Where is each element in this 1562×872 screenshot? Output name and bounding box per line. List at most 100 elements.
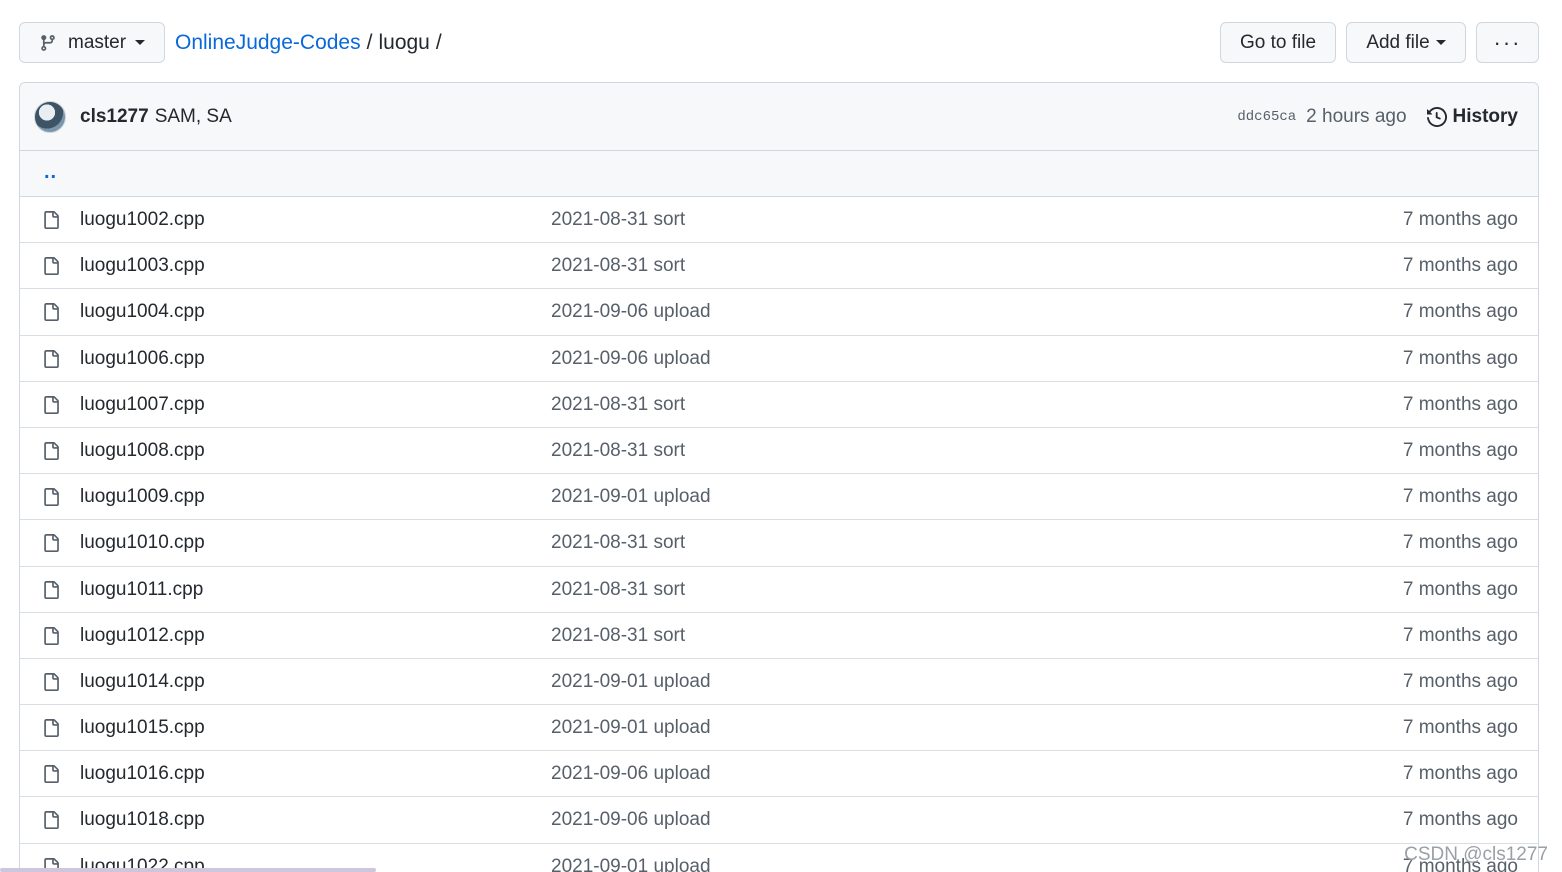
commit-message-link[interactable]: SAM, SA <box>155 106 232 128</box>
file-icon <box>44 395 59 414</box>
file-commit-age: 7 months ago <box>1402 532 1518 554</box>
file-commit-age: 7 months ago <box>1402 439 1518 461</box>
file-commit-age: 7 months ago <box>1402 809 1518 831</box>
breadcrumb-separator: / <box>435 30 442 54</box>
file-commit-age: 7 months ago <box>1402 624 1518 646</box>
repo-toolbar: master OnlineJudge-Codes / luogu / Go to… <box>19 22 1539 63</box>
file-row[interactable]: luogu1014.cpp 2021-09-01 upload 7 months a… <box>20 659 1538 706</box>
file-name-link[interactable]: luogu1012.cpp <box>80 613 205 659</box>
file-commit-age: 7 months ago <box>1402 393 1518 415</box>
add-file-label: Add file <box>1366 31 1430 53</box>
file-icon <box>44 257 59 276</box>
file-name-link[interactable]: luogu1016.cpp <box>80 751 205 797</box>
commit-sha-link[interactable]: ddc65ca <box>1237 109 1296 125</box>
file-row[interactable]: luogu1008.cpp 2021-08-31 sort 7 months ago <box>20 428 1538 475</box>
file-icon <box>44 672 59 691</box>
kebab-horizontal-icon: ··· <box>1493 29 1522 55</box>
file-row[interactable]: luogu1004.cpp 2021-09-06 upload 7 months a… <box>20 289 1538 336</box>
file-commit-age: 7 months ago <box>1402 717 1518 739</box>
add-file-button[interactable]: Add file <box>1346 22 1466 63</box>
branch-name: master <box>68 31 127 53</box>
file-row[interactable]: luogu1002.cpp 2021-08-31 sort 7 months ago <box>20 197 1538 244</box>
file-commit-message-link[interactable]: 2021-09-06 upload <box>551 336 711 382</box>
chevron-down-icon <box>1435 40 1446 45</box>
horizontal-scrollbar[interactable] <box>0 868 376 872</box>
file-icon <box>44 765 59 784</box>
git-branch-icon <box>41 34 55 51</box>
file-name-link[interactable]: luogu1002.cpp <box>80 197 205 243</box>
file-commit-message-link[interactable]: 2021-08-31 sort <box>551 520 685 566</box>
file-commit-age: 7 months ago <box>1402 301 1518 323</box>
file-commit-age: 7 months ago <box>1402 486 1518 508</box>
file-row[interactable]: luogu1010.cpp 2021-08-31 sort 7 months ago <box>20 520 1538 567</box>
file-commit-age: 7 months ago <box>1402 209 1518 230</box>
file-name-link[interactable]: luogu1018.cpp <box>80 797 205 843</box>
file-icon <box>44 441 59 460</box>
file-name-link[interactable]: luogu1004.cpp <box>80 289 205 335</box>
file-commit-message-link[interactable]: 2021-08-31 sort <box>551 382 685 428</box>
breadcrumb-repo-link[interactable]: OnlineJudge-Codes <box>175 31 361 55</box>
parent-directory-link[interactable]: .. <box>44 161 57 184</box>
file-icon <box>44 719 59 738</box>
latest-commit-bar: cls1277 SAM, SA ddc65ca 2 hours ago Hist… <box>20 83 1538 151</box>
file-name-link[interactable]: luogu1015.cpp <box>80 705 205 751</box>
commit-author-link[interactable]: cls1277 <box>80 106 149 128</box>
file-commit-age: 7 months ago <box>1402 255 1518 277</box>
file-name-link[interactable]: luogu1014.cpp <box>80 659 205 705</box>
file-icon <box>44 534 59 553</box>
watermark: CSDN @cls1277 <box>1404 844 1548 865</box>
file-commit-message-link[interactable]: 2021-08-31 sort <box>551 567 685 613</box>
file-commit-message-link[interactable]: 2021-08-31 sort <box>551 197 685 243</box>
breadcrumb-current-dir: luogu <box>378 30 430 54</box>
file-commit-message-link[interactable]: 2021-09-06 upload <box>551 797 711 843</box>
file-name-link[interactable]: luogu1007.cpp <box>80 382 205 428</box>
file-commit-message-link[interactable]: 2021-09-06 upload <box>551 289 711 335</box>
file-list: luogu1002.cpp 2021-08-31 sort 7 months ago… <box>20 197 1538 872</box>
file-name-link[interactable]: luogu1006.cpp <box>80 336 205 382</box>
history-icon <box>1426 107 1447 127</box>
parent-directory-row[interactable]: .. <box>20 151 1538 197</box>
file-icon <box>44 488 59 507</box>
file-browser: cls1277 SAM, SA ddc65ca 2 hours ago Hist… <box>19 82 1539 872</box>
file-commit-message-link[interactable]: 2021-09-01 upload <box>551 705 711 751</box>
avatar[interactable] <box>34 101 66 133</box>
file-icon <box>44 211 59 229</box>
file-row[interactable]: luogu1012.cpp 2021-08-31 sort 7 months ago <box>20 613 1538 659</box>
file-row[interactable]: luogu1007.cpp 2021-08-31 sort 7 months ago <box>20 382 1538 428</box>
file-icon <box>44 626 59 645</box>
file-icon <box>44 303 59 322</box>
branch-selector-button[interactable]: master <box>19 22 165 63</box>
file-row[interactable]: luogu1009.cpp 2021-09-01 upload 7 months a… <box>20 474 1538 521</box>
file-name-link[interactable]: luogu1003.cpp <box>80 243 205 289</box>
file-row[interactable]: luogu1018.cpp 2021-09-06 upload 7 months a… <box>20 797 1538 844</box>
breadcrumb-separator: / <box>366 30 373 54</box>
file-commit-message-link[interactable]: 2021-09-01 upload <box>551 659 711 705</box>
file-row[interactable]: luogu1003.cpp 2021-08-31 sort 7 months ago <box>20 243 1538 290</box>
go-to-file-button[interactable]: Go to file <box>1220 22 1336 63</box>
file-commit-message-link[interactable]: 2021-08-31 sort <box>551 613 685 659</box>
file-row[interactable]: luogu1011.cpp 2021-08-31 sort 7 months ago <box>20 567 1538 613</box>
file-commit-age: 7 months ago <box>1402 670 1518 692</box>
more-options-button[interactable]: ··· <box>1476 22 1539 63</box>
file-row[interactable]: luogu1015.cpp 2021-09-01 upload 7 months a… <box>20 705 1538 752</box>
file-icon <box>44 811 59 830</box>
history-label: History <box>1452 106 1518 127</box>
file-commit-message-link[interactable]: 2021-09-06 upload <box>551 751 711 797</box>
breadcrumb: OnlineJudge-Codes / luogu / <box>175 22 448 63</box>
file-commit-age: 7 months ago <box>1402 578 1518 600</box>
file-commit-age: 7 months ago <box>1402 763 1518 785</box>
file-icon <box>44 580 59 599</box>
file-name-link[interactable]: luogu1010.cpp <box>80 520 205 566</box>
file-commit-message-link[interactable]: 2021-08-31 sort <box>551 243 685 289</box>
file-commit-message-link[interactable]: 2021-09-01 upload <box>551 844 711 872</box>
file-icon <box>44 349 59 368</box>
history-link[interactable]: History <box>1426 106 1518 128</box>
file-row[interactable]: luogu1006.cpp 2021-09-06 upload 7 months a… <box>20 336 1538 382</box>
file-commit-message-link[interactable]: 2021-09-01 upload <box>551 474 711 520</box>
file-name-link[interactable]: luogu1011.cpp <box>80 567 203 613</box>
go-to-file-label: Go to file <box>1239 31 1317 53</box>
file-name-link[interactable]: luogu1009.cpp <box>80 474 205 520</box>
file-name-link[interactable]: luogu1008.cpp <box>80 428 205 474</box>
file-row[interactable]: luogu1016.cpp 2021-09-06 upload 7 months a… <box>20 751 1538 798</box>
file-commit-message-link[interactable]: 2021-08-31 sort <box>551 428 685 474</box>
